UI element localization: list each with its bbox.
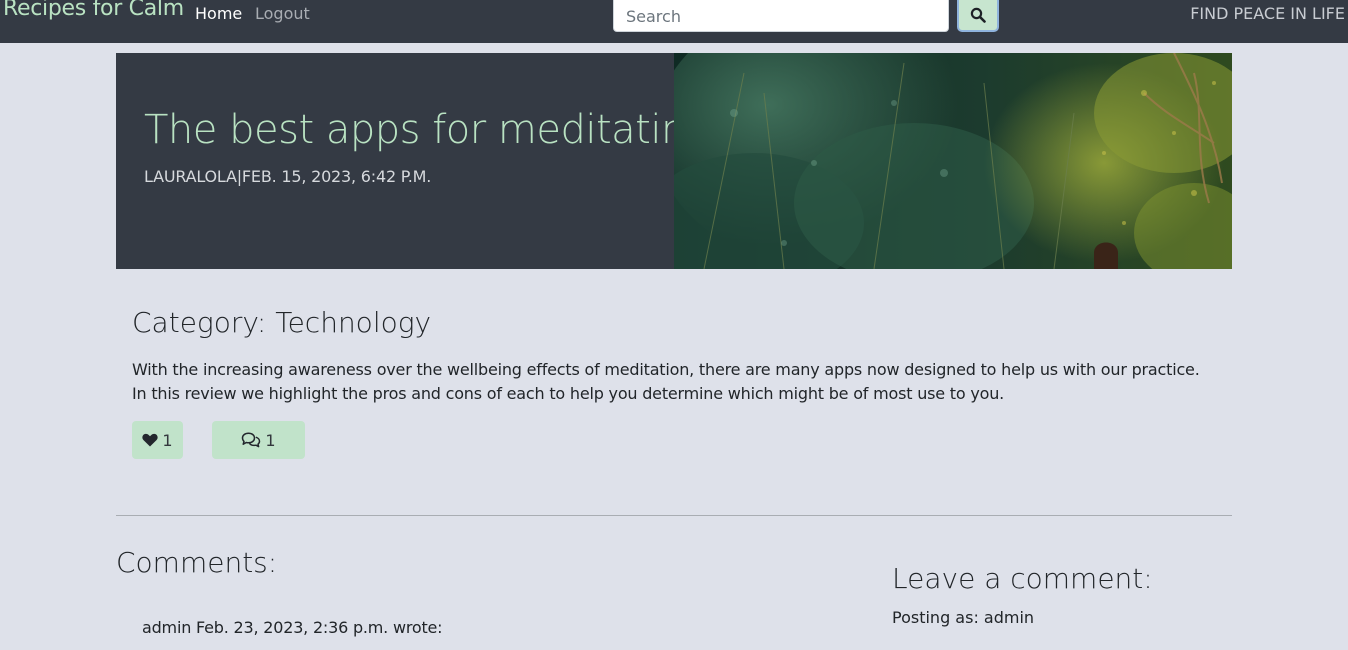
search-input[interactable]: Search xyxy=(613,0,949,32)
heart-icon xyxy=(142,433,159,447)
like-button[interactable]: 1 xyxy=(132,421,183,459)
navbar: Recipes for Calm Home Logout Search FIND… xyxy=(0,0,1348,43)
post-excerpt: With the increasing awareness over the w… xyxy=(132,360,1200,403)
comments-count-button[interactable]: 1 xyxy=(212,421,305,459)
search-button[interactable] xyxy=(957,0,999,32)
nav-home-link[interactable]: Home xyxy=(195,4,242,23)
post-featured-image xyxy=(674,53,1232,269)
brand-logo[interactable]: Recipes for Calm xyxy=(3,0,184,21)
post-category: Category: Technology xyxy=(132,306,432,339)
site-tagline: FIND PEACE IN LIFE xyxy=(1190,4,1345,23)
comment-count: 1 xyxy=(265,430,276,450)
posting-as-label: Posting as: admin xyxy=(892,608,1035,627)
section-divider xyxy=(116,515,1232,516)
post-hero: The best apps for meditating LAURALOLA|F… xyxy=(116,53,1232,269)
search-icon xyxy=(970,7,986,23)
like-count: 1 xyxy=(162,430,173,450)
comment-byline: admin Feb. 23, 2023, 2:36 p.m. wrote: xyxy=(142,618,443,637)
post-meta: LAURALOLA|FEB. 15, 2023, 6:42 P.M. xyxy=(144,167,432,186)
post-title: The best apps for meditating xyxy=(144,107,710,153)
comments-heading: Comments: xyxy=(116,546,278,579)
comments-icon xyxy=(242,432,261,448)
leave-comment-heading: Leave a comment: xyxy=(892,562,1153,595)
nav-logout-link[interactable]: Logout xyxy=(255,4,310,23)
